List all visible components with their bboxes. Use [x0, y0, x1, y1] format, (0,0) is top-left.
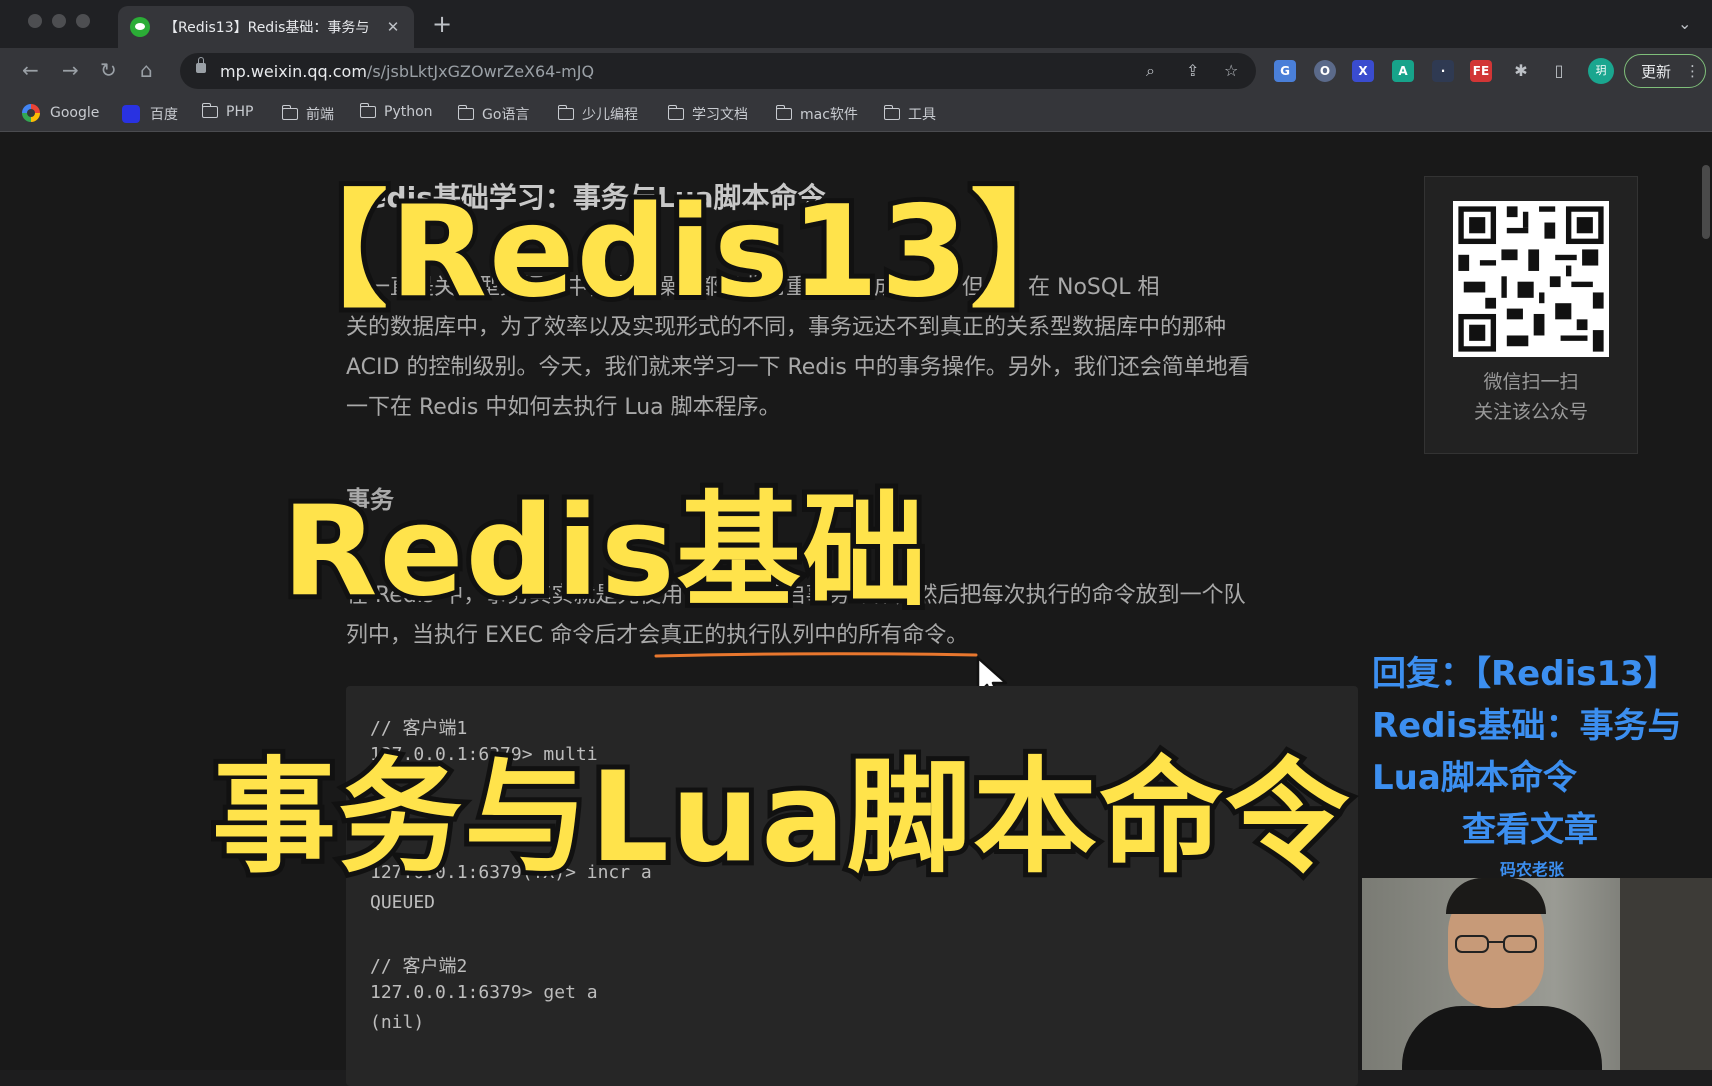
back-arrow-icon[interactable]: ←: [22, 58, 39, 82]
tab-title: 【Redis13】Redis基础：事务与: [164, 20, 370, 36]
code-line: (nil): [370, 1012, 425, 1033]
qr-caption-follow: 关注该公众号: [1473, 401, 1588, 423]
qr-code-card: 微信扫一扫 关注该公众号: [1424, 176, 1638, 454]
share-icon[interactable]: ⇪: [1186, 61, 1199, 80]
tab-strip: 【Redis13】Redis基础：事务与 ✕ + ⌄: [0, 0, 1712, 48]
puzzle-extensions-icon[interactable]: ✱: [1510, 60, 1532, 82]
side-panel-icon[interactable]: ▯: [1548, 60, 1570, 82]
fe-extension-icon[interactable]: FE: [1470, 60, 1492, 82]
bookmark-tools[interactable]: 工具: [883, 104, 936, 124]
reload-icon[interactable]: ↻: [100, 58, 117, 82]
webcam-shelf: [1620, 878, 1712, 1070]
bookmark-star-icon[interactable]: ☆: [1224, 61, 1238, 80]
bookmark-docs[interactable]: 学习文档: [667, 104, 748, 124]
side-note-line: Redis基础：事务与: [1372, 706, 1682, 746]
url-path: /s/jsbLktJxGZOwrZeX64-mJQ: [366, 61, 595, 81]
a-extension-icon[interactable]: A: [1392, 60, 1414, 82]
overlay-title-line-3: 事务与Lua脚本命令: [207, 741, 1354, 895]
side-note-line: 查看文章: [1462, 810, 1598, 850]
forward-arrow-icon[interactable]: →: [62, 58, 79, 82]
overlay-title-line-2: Redis基础: [277, 475, 932, 629]
folder-icon: [883, 105, 900, 120]
browser-toolbar: ← → ↻ ⌂ mp.weixin.qq.com/s/jsbLktJxGZOwr…: [0, 48, 1712, 94]
tab-search-chevron-icon[interactable]: ⌄: [1678, 14, 1691, 33]
code-line: // 客户端2: [370, 956, 468, 977]
bookmark-kids-coding[interactable]: 少儿编程: [557, 104, 638, 124]
qr-code-image[interactable]: [1453, 201, 1609, 357]
side-note-line: Lua脚本命令: [1372, 758, 1577, 798]
folder-icon: [557, 105, 574, 120]
page-scrollbar[interactable]: [1702, 165, 1710, 239]
dot-extension-icon[interactable]: ·: [1432, 60, 1454, 82]
address-bar[interactable]: mp.weixin.qq.com/s/jsbLktJxGZOwrZeX64-mJ…: [180, 53, 1256, 89]
bookmark-frontend[interactable]: 前端: [281, 104, 334, 124]
bookmarks-bar: Google 百度 PHP 前端 Python Go语言 少儿编程 学习文档 m…: [0, 94, 1712, 132]
bookmark-go[interactable]: Go语言: [457, 104, 529, 124]
proxy-extension-icon[interactable]: O: [1314, 60, 1336, 82]
update-button[interactable]: 更新 ⋮: [1624, 54, 1706, 88]
code-line: 127.0.0.1:6379> get a: [370, 982, 598, 1003]
orange-underline-annotation: [654, 652, 978, 658]
bookmark-mac-software[interactable]: mac软件: [775, 104, 858, 124]
kebab-menu-icon[interactable]: ⋮: [1685, 62, 1700, 80]
bookmark-baidu[interactable]: 百度: [122, 104, 178, 124]
presenter-body: [1402, 1006, 1602, 1070]
tab-close-icon[interactable]: ✕: [384, 18, 402, 36]
google-icon: [22, 104, 40, 122]
overlay-title-line-1: 【Redis13】: [257, 173, 1101, 330]
folder-icon: [359, 103, 376, 118]
bookmark-php[interactable]: PHP: [201, 103, 253, 120]
folder-icon: [457, 105, 474, 120]
author-signature: 码农老张: [1500, 860, 1565, 879]
window-minimize-dot[interactable]: [52, 14, 66, 28]
lock-icon[interactable]: [196, 57, 206, 73]
side-note-line: 回复：【Redis13】: [1372, 654, 1678, 694]
window-close-dot[interactable]: [28, 14, 42, 28]
bookmark-google[interactable]: Google: [22, 104, 99, 122]
glasses-icon: [1455, 935, 1537, 953]
folder-icon: [201, 103, 218, 118]
profile-avatar[interactable]: 玥: [1588, 58, 1614, 84]
folder-icon: [775, 105, 792, 120]
webcam-feed: [1362, 878, 1712, 1070]
wechat-favicon-icon: [130, 17, 150, 37]
update-label: 更新: [1641, 62, 1672, 81]
browser-tab-active[interactable]: 【Redis13】Redis基础：事务与 ✕: [118, 6, 414, 48]
url-host: mp.weixin.qq.com: [220, 61, 367, 81]
qr-caption-scan: 微信扫一扫: [1483, 371, 1579, 393]
folder-icon: [667, 105, 684, 120]
home-icon[interactable]: ⌂: [140, 58, 153, 82]
bookmark-python[interactable]: Python: [359, 103, 433, 120]
translate-extension-icon[interactable]: G: [1274, 60, 1296, 82]
new-tab-button[interactable]: +: [432, 10, 452, 38]
folder-icon: [281, 105, 298, 120]
window-zoom-dot[interactable]: [76, 14, 90, 28]
x-extension-icon[interactable]: X: [1352, 60, 1374, 82]
zoom-icon[interactable]: ⌕: [1146, 61, 1155, 81]
baidu-icon: [122, 105, 140, 123]
